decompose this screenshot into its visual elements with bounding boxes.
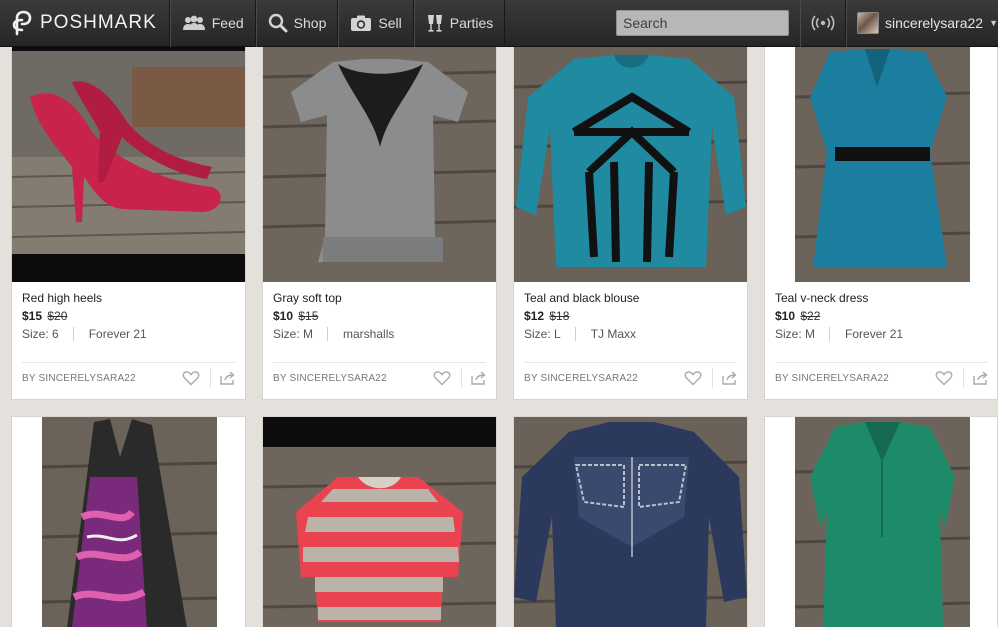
share-icon[interactable] <box>721 370 739 386</box>
listing-meta: Size: M marshalls <box>273 327 394 341</box>
listing-brand[interactable]: TJ Maxx <box>576 327 636 341</box>
search-icon <box>268 13 288 33</box>
listing-photo[interactable] <box>12 417 245 627</box>
user-menu[interactable]: sincerelysara22 ▼ <box>846 0 998 47</box>
seller-link[interactable]: BY SINCERELYSARA22 <box>273 373 387 384</box>
heart-icon[interactable] <box>182 370 200 386</box>
card-divider <box>524 362 737 363</box>
listing-price: $12 $18 <box>524 309 570 323</box>
listing-card[interactable]: Gray soft top $10 $15 Size: M marshalls … <box>262 36 497 400</box>
listing-size: Size: L <box>524 327 576 341</box>
seller-link[interactable]: BY SINCERELYSARA22 <box>524 373 638 384</box>
seller-link[interactable]: BY SINCERELYSARA22 <box>775 373 889 384</box>
listing-size: Size: M <box>273 327 329 341</box>
listing-brand[interactable]: Forever 21 <box>830 327 903 341</box>
listing-brand[interactable]: Forever 21 <box>74 327 147 341</box>
action-divider <box>712 368 713 388</box>
listing-meta: Size: M Forever 21 <box>775 327 903 341</box>
original-price: $20 <box>47 309 68 323</box>
camera-icon <box>351 15 372 31</box>
listing-title[interactable]: Teal and black blouse <box>524 291 639 305</box>
listing-price: $10 $15 <box>273 309 319 323</box>
top-navigation-bar: POSHMARK Feed Shop Sell Parties Search s… <box>0 0 998 47</box>
seller-link[interactable]: BY SINCERELYSARA22 <box>22 373 136 384</box>
nav-sell[interactable]: Sell <box>338 0 414 47</box>
username: sincerelysara22 <box>885 15 984 31</box>
listing-photo[interactable] <box>263 37 496 282</box>
nav-shop-label: Shop <box>293 15 327 31</box>
party-glasses-icon <box>427 15 442 32</box>
poshmark-logo-icon <box>12 10 32 36</box>
listing-card[interactable] <box>11 416 246 627</box>
card-divider <box>22 362 235 363</box>
heart-icon[interactable] <box>935 370 953 386</box>
listing-price: $15 $20 <box>22 309 68 323</box>
search-box <box>616 10 805 36</box>
listing-title[interactable]: Gray soft top <box>273 291 342 305</box>
original-price: $18 <box>549 309 570 323</box>
nav-feed-label: Feed <box>211 15 244 31</box>
logo-text: POSHMARK <box>40 12 157 33</box>
listing-photo[interactable] <box>263 417 496 627</box>
action-divider <box>461 368 462 388</box>
listing-card[interactable] <box>262 416 497 627</box>
nav-shop[interactable]: Shop <box>255 0 339 47</box>
share-icon[interactable] <box>972 370 990 386</box>
listing-meta: Size: L TJ Maxx <box>524 327 636 341</box>
chevron-down-icon: ▼ <box>989 18 998 28</box>
listing-photo[interactable] <box>765 417 997 627</box>
listing-card[interactable]: Red high heels $15 $20 Size: 6 Forever 2… <box>11 36 246 400</box>
share-icon[interactable] <box>470 370 488 386</box>
listing-brand[interactable]: marshalls <box>328 327 394 341</box>
listing-card[interactable] <box>513 416 748 627</box>
nav-sell-label: Sell <box>378 15 402 31</box>
nav-parties-label: Parties <box>449 15 494 31</box>
broadcast-icon <box>811 15 835 31</box>
listing-meta: Size: 6 Forever 21 <box>22 327 147 341</box>
listing-card[interactable] <box>764 416 998 627</box>
heart-icon[interactable] <box>433 370 451 386</box>
people-icon <box>182 15 205 30</box>
action-divider <box>210 368 211 388</box>
share-icon[interactable] <box>219 370 237 386</box>
listing-photo[interactable] <box>514 37 747 282</box>
original-price: $22 <box>800 309 821 323</box>
avatar <box>857 12 880 34</box>
search-area <box>605 0 805 47</box>
original-price: $15 <box>298 309 319 323</box>
listing-card[interactable]: Teal v-neck dress $10 $22 Size: M Foreve… <box>764 36 998 400</box>
listing-size: Size: 6 <box>22 327 74 341</box>
listing-photo[interactable] <box>765 37 997 282</box>
action-divider <box>963 368 964 388</box>
news-broadcast-button[interactable] <box>800 0 847 47</box>
card-divider <box>273 362 486 363</box>
listing-grid: Red high heels $15 $20 Size: 6 Forever 2… <box>0 0 998 627</box>
listing-photo[interactable] <box>514 417 747 627</box>
listing-card[interactable]: Teal and black blouse $12 $18 Size: L TJ… <box>513 36 748 400</box>
card-divider <box>775 362 988 363</box>
listing-title[interactable]: Red high heels <box>22 291 102 305</box>
poshmark-logo[interactable]: POSHMARK <box>0 0 170 47</box>
listing-photo[interactable] <box>12 37 245 282</box>
listing-title[interactable]: Teal v-neck dress <box>775 291 868 305</box>
search-input[interactable] <box>623 15 805 31</box>
heart-icon[interactable] <box>684 370 702 386</box>
listing-size: Size: M <box>775 327 831 341</box>
nav-feed[interactable]: Feed <box>169 0 256 47</box>
nav-parties[interactable]: Parties <box>413 0 506 47</box>
listing-price: $10 $22 <box>775 309 821 323</box>
